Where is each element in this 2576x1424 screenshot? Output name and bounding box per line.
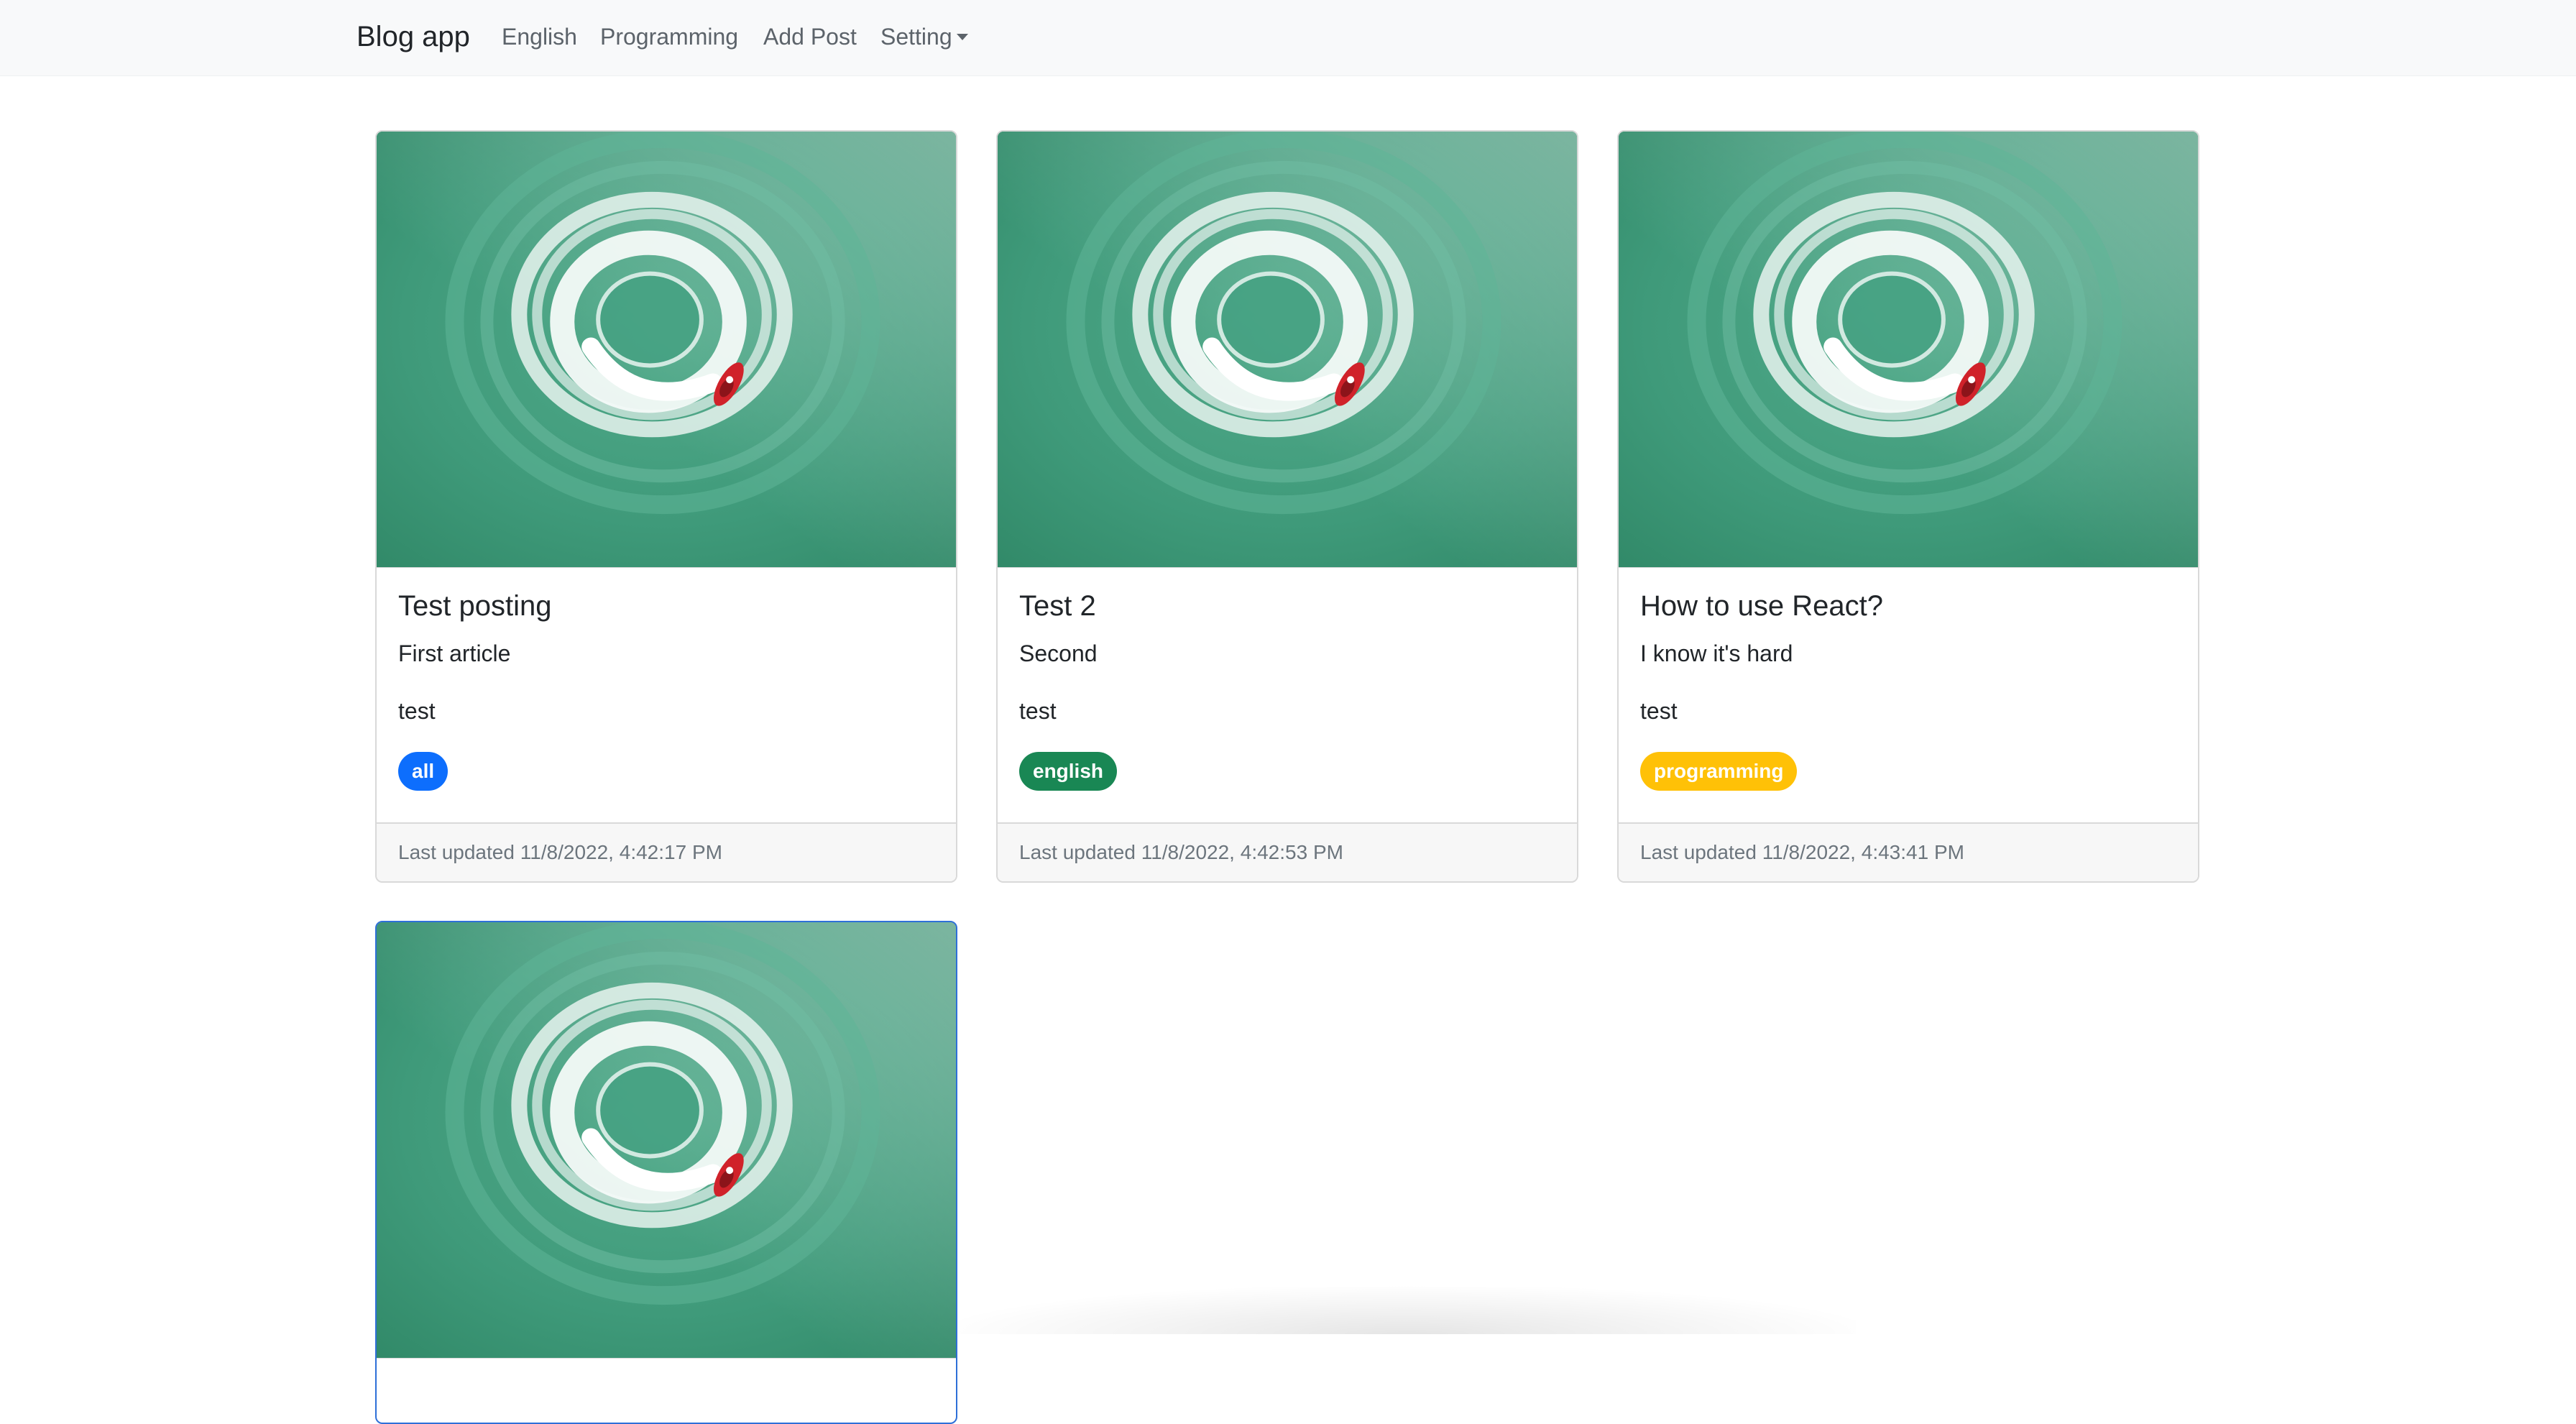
category-badge[interactable]: all [398,752,448,791]
post-subtitle: I know it's hard [1640,640,1793,666]
top-navbar: Blog app English Programming Add Post Se… [0,0,2576,76]
post-card[interactable] [375,921,957,1424]
post-subtitle: Second [1019,640,1098,666]
nav-link-add-post[interactable]: Add Post [763,22,857,52]
bottom-shadow [957,1287,1856,1334]
post-title: Test 2 [1019,590,1096,622]
post-text: test [398,698,436,724]
post-card-body: Test posting First article test all [398,589,934,791]
post-footer: Last updated 11/8/2022, 4:42:17 PM [377,822,956,881]
post-title: How to use React? [1640,590,1883,622]
post-footer: Last updated 11/8/2022, 4:43:41 PM [1619,822,2198,881]
post-text: test [1019,698,1057,724]
caret-down-icon [956,34,968,40]
post-title: Test posting [398,590,552,622]
nav-link-programming[interactable]: Programming [600,22,738,52]
brand-link[interactable]: Blog app [356,19,470,55]
category-badge[interactable]: english [1019,752,1118,791]
post-card[interactable]: Test posting First article test all Last… [375,130,957,883]
post-image [1619,132,2198,568]
post-card[interactable]: Test 2 Second test english Last updated … [996,130,1578,883]
category-badge[interactable]: programming [1640,752,1798,791]
post-card[interactable]: How to use React? I know it's hard test … [1617,130,2199,883]
post-card-body: How to use React? I know it's hard test … [1640,589,2176,791]
post-image [998,132,1577,568]
post-subtitle: First article [398,640,511,666]
nav-link-english[interactable]: English [502,22,577,52]
nav-dropdown-setting-label: Setting [880,24,952,50]
post-card-body: Test 2 Second test english [1019,589,1555,791]
post-image [377,922,956,1359]
nav-dropdown-setting[interactable]: Setting [880,22,968,52]
post-text: test [1640,698,1678,724]
post-image [377,132,956,568]
post-footer: Last updated 11/8/2022, 4:42:53 PM [998,822,1577,881]
